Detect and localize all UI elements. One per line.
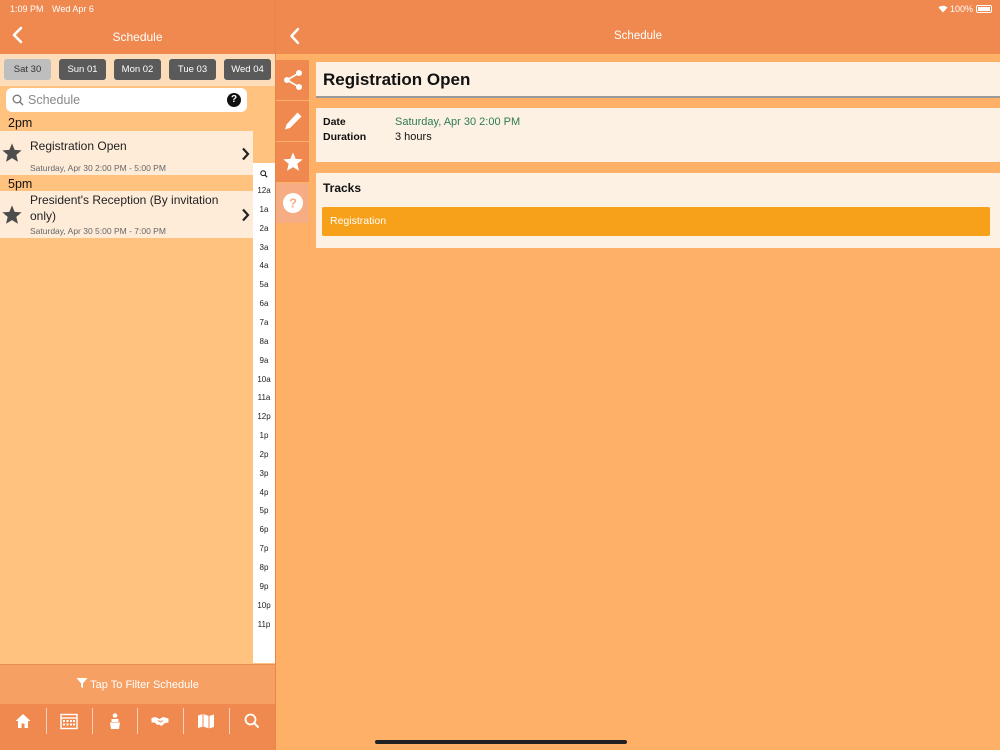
index-search-icon[interactable]: [260, 170, 268, 178]
tracks-heading: Tracks: [323, 181, 362, 195]
filter-icon: [76, 678, 88, 688]
action-toolbar: ?: [276, 60, 309, 223]
session-details-card: Date Saturday, Apr 30 2:00 PM Duration 3…: [316, 108, 1000, 162]
filter-label: Tap To Filter Schedule: [90, 679, 199, 691]
star-icon: [283, 152, 303, 171]
list-item[interactable]: President's Reception (By invitation onl…: [0, 191, 253, 238]
event-time: Saturday, Apr 30 2:00 PM - 5:00 PM: [30, 163, 166, 173]
day-tab-wed-04[interactable]: Wed 04: [224, 59, 271, 80]
left-navbar: 1:09 PM Wed Apr 6 Schedule: [0, 0, 275, 54]
time-index-bar[interactable]: 12a 1a 2a 3a 4a 5a 6a 7a 8a 9a 10a 11a 12p 1p 2p 3p 4p 5p…: [253, 163, 275, 663]
time-header: 5pm: [8, 177, 33, 191]
date-value[interactable]: Saturday, Apr 30 2:00 PM: [395, 116, 520, 128]
time-index-item[interactable]: 2a: [253, 224, 275, 233]
share-button[interactable]: [276, 60, 309, 100]
right-navbar: 100% Schedule: [276, 0, 1000, 54]
schedule-list-pane: 1:09 PM Wed Apr 6 Schedule Sat 30 Sun 01…: [0, 0, 275, 750]
search-box: ?: [6, 88, 247, 112]
time-index-item[interactable]: 3p: [253, 469, 275, 478]
duration-value: 3 hours: [395, 131, 432, 143]
day-tab-mon-02[interactable]: Mon 02: [114, 59, 161, 80]
search-icon: [244, 713, 260, 729]
time-index-item[interactable]: 8p: [253, 563, 275, 572]
session-title-card: Registration Open: [316, 62, 1000, 98]
chevron-right-icon: [242, 208, 250, 222]
help-button[interactable]: ?: [276, 183, 309, 223]
status-time: 1:09 PM: [10, 4, 44, 14]
time-index-item[interactable]: 11a: [253, 393, 275, 402]
battery-percent: 100%: [949, 4, 973, 14]
time-index-item[interactable]: 4p: [253, 488, 275, 497]
search-icon: [12, 94, 24, 106]
bottom-tab-bar: [0, 704, 275, 750]
calendar-icon: [60, 713, 78, 730]
session-title: Registration Open: [323, 70, 471, 89]
time-index-item[interactable]: 8a: [253, 337, 275, 346]
time-index-item[interactable]: 7p: [253, 544, 275, 553]
tab-schedule[interactable]: [46, 704, 92, 738]
time-index-item[interactable]: 10p: [253, 601, 275, 610]
time-header: 2pm: [8, 116, 33, 130]
time-index-item[interactable]: 2p: [253, 450, 275, 459]
filter-schedule-button[interactable]: Tap To Filter Schedule: [0, 664, 275, 704]
tab-search[interactable]: [229, 704, 275, 738]
day-tab-tue-03[interactable]: Tue 03: [169, 59, 216, 80]
duration-label: Duration: [323, 131, 367, 143]
speaker-icon: [109, 713, 120, 729]
time-index-item[interactable]: 9p: [253, 582, 275, 591]
question-icon: ?: [283, 193, 303, 213]
left-nav-title: Schedule: [112, 30, 163, 44]
time-index-item[interactable]: 7a: [253, 318, 275, 327]
time-index-item[interactable]: 6p: [253, 525, 275, 534]
status-bar-right: 100%: [938, 4, 992, 14]
day-tab-sat-30[interactable]: Sat 30: [4, 59, 51, 80]
time-index-item[interactable]: 12p: [253, 412, 275, 421]
day-selector: Sat 30 Sun 01 Mon 02 Tue 03 Wed 04: [0, 54, 275, 86]
time-index-item[interactable]: 3a: [253, 243, 275, 252]
status-bar-left: 1:09 PM Wed Apr 6: [10, 4, 100, 14]
pencil-icon: [285, 112, 302, 130]
time-index-item[interactable]: 11p: [253, 620, 275, 629]
search-input[interactable]: [28, 91, 218, 109]
right-nav-title: Schedule: [614, 30, 662, 42]
time-index-item[interactable]: 5p: [253, 506, 275, 515]
help-icon[interactable]: ?: [227, 93, 241, 107]
tab-sponsors[interactable]: [137, 704, 183, 738]
event-time: Saturday, Apr 30 5:00 PM - 7:00 PM: [30, 226, 166, 236]
tab-home[interactable]: [0, 704, 46, 738]
list-item[interactable]: Registration Open Saturday, Apr 30 2:00 …: [0, 131, 253, 175]
time-index-item[interactable]: 12a: [253, 186, 275, 195]
favorite-button[interactable]: [276, 142, 309, 182]
star-icon[interactable]: [1, 204, 23, 226]
time-index-item[interactable]: 6a: [253, 299, 275, 308]
time-index-item[interactable]: 5a: [253, 280, 275, 289]
svg-text:?: ?: [289, 196, 297, 211]
tab-speakers[interactable]: [92, 704, 138, 738]
date-label: Date: [323, 116, 346, 128]
tracks-card: Tracks Registration: [316, 173, 1000, 248]
tab-maps[interactable]: [183, 704, 229, 738]
day-tab-sun-01[interactable]: Sun 01: [59, 59, 106, 80]
event-title: President's Reception (By invitation onl…: [30, 193, 219, 223]
time-index-item[interactable]: 10a: [253, 375, 275, 384]
wifi-icon: [938, 5, 948, 13]
edit-note-button[interactable]: [276, 101, 309, 141]
chevron-right-icon: [242, 147, 250, 161]
event-title: Registration Open: [30, 139, 127, 153]
time-index-item[interactable]: 9a: [253, 356, 275, 365]
star-icon[interactable]: [1, 142, 23, 164]
status-date: Wed Apr 6: [52, 4, 94, 14]
home-indicator: [375, 740, 627, 744]
handshake-icon: [151, 717, 169, 726]
search-bar: ?: [0, 86, 253, 116]
home-icon: [15, 714, 31, 728]
share-icon: [284, 70, 302, 90]
time-index-item[interactable]: 1p: [253, 431, 275, 440]
map-icon: [198, 714, 215, 729]
battery-icon: [976, 5, 992, 13]
time-index-item[interactable]: 1a: [253, 205, 275, 214]
time-index-item[interactable]: 4a: [253, 261, 275, 270]
track-registration-button[interactable]: Registration: [322, 207, 990, 236]
